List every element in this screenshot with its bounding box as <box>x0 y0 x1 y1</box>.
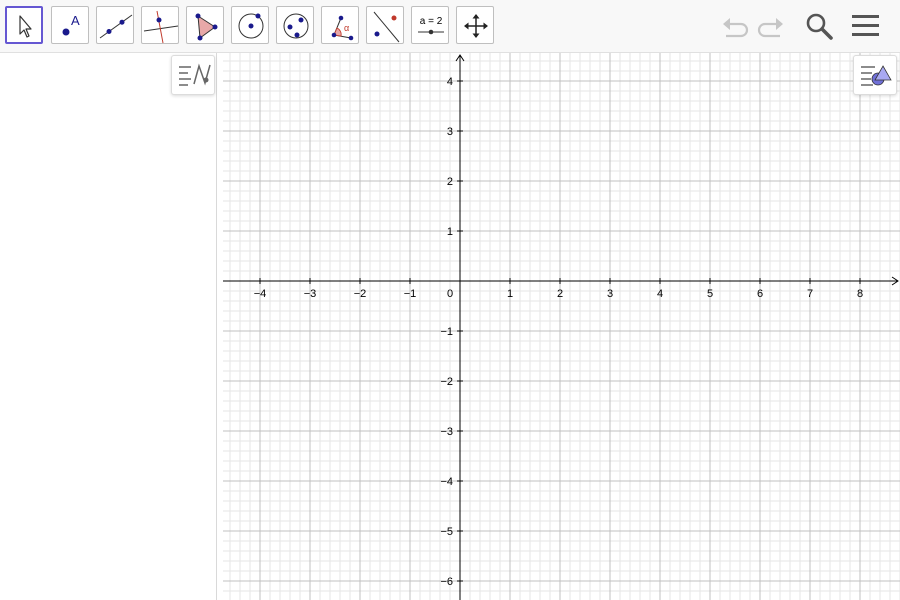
y-tick-label: −4 <box>440 476 453 488</box>
move-tool-button[interactable] <box>5 6 43 44</box>
slider-label: a = 2 <box>420 16 443 27</box>
y-tick-label: −1 <box>440 326 453 338</box>
angle-tool-button[interactable]: α <box>321 6 359 44</box>
y-tick-label: −5 <box>440 526 453 538</box>
circle-three-points-icon <box>283 13 309 39</box>
point-icon: A <box>62 13 80 36</box>
slider-icon: a = 2 <box>418 16 444 35</box>
algebra-view[interactable] <box>0 53 217 600</box>
y-tick-label: 3 <box>447 126 453 138</box>
x-tick-label: 6 <box>757 288 763 300</box>
slider-tool-button[interactable]: a = 2 <box>411 6 449 44</box>
cursor-arrow-icon <box>19 15 32 38</box>
polygon-tool-button[interactable] <box>186 6 224 44</box>
x-tick-label: 8 <box>857 288 863 300</box>
x-tick-label: 0 <box>447 288 453 300</box>
graphics-style-bar-button[interactable] <box>853 55 897 95</box>
y-tick-label: −3 <box>440 426 453 438</box>
menu-icon <box>852 15 879 36</box>
y-tick-label: 2 <box>447 176 453 188</box>
perpendicular-line-icon <box>143 10 179 44</box>
x-tick-label: 4 <box>657 288 663 300</box>
algebra-input-style-icon <box>179 63 211 86</box>
x-tick-label: −3 <box>304 288 317 300</box>
x-tick-label: 3 <box>607 288 613 300</box>
line-through-two-points-icon <box>99 14 133 39</box>
x-tick-label: 2 <box>557 288 563 300</box>
algebra-style-button[interactable] <box>171 55 215 95</box>
main-menu-button[interactable] <box>848 8 884 44</box>
circle-three-points-tool-button[interactable] <box>276 6 314 44</box>
point-label: A <box>71 13 80 28</box>
circle-center-point-icon <box>238 13 264 39</box>
x-tick-label: −1 <box>404 288 417 300</box>
x-tick-label: 5 <box>707 288 713 300</box>
y-tick-label: 1 <box>447 226 453 238</box>
search-button[interactable] <box>801 8 837 44</box>
point-tool-button[interactable]: A <box>51 6 89 44</box>
redo-button[interactable] <box>753 8 789 44</box>
move-graphics-view-icon <box>464 14 488 38</box>
x-tick-label: −4 <box>254 288 267 300</box>
angle-label: α <box>344 23 349 33</box>
perpendicular-line-tool-button[interactable] <box>141 6 179 44</box>
y-tick-label: −2 <box>440 376 453 388</box>
move-graphics-view-tool-button[interactable] <box>456 6 494 44</box>
angle-icon: α <box>331 15 354 41</box>
reflect-tool-button[interactable] <box>366 6 404 44</box>
reflect-about-line-icon <box>373 11 400 43</box>
redo-icon <box>757 18 783 38</box>
graphics-view[interactable]: −4 −3 −2 −1 0 1 2 3 4 5 6 7 8 4 3 2 1 −1 −2 −3 −4 −5 −6 <box>223 53 900 600</box>
x-tick-label: 7 <box>807 288 813 300</box>
polygon-icon <box>195 13 218 41</box>
graphics-style-bar-icon <box>861 65 892 86</box>
undo-icon <box>723 18 749 38</box>
undo-button[interactable] <box>717 8 753 44</box>
toolbar: A α a = 2 <box>0 0 900 53</box>
y-tick-label: −6 <box>440 576 453 588</box>
x-tick-label: 1 <box>507 288 513 300</box>
x-tick-label: −2 <box>354 288 367 300</box>
y-tick-label: 4 <box>447 76 453 88</box>
search-icon <box>806 13 833 40</box>
line-tool-button[interactable] <box>96 6 134 44</box>
circle-tool-button[interactable] <box>231 6 269 44</box>
